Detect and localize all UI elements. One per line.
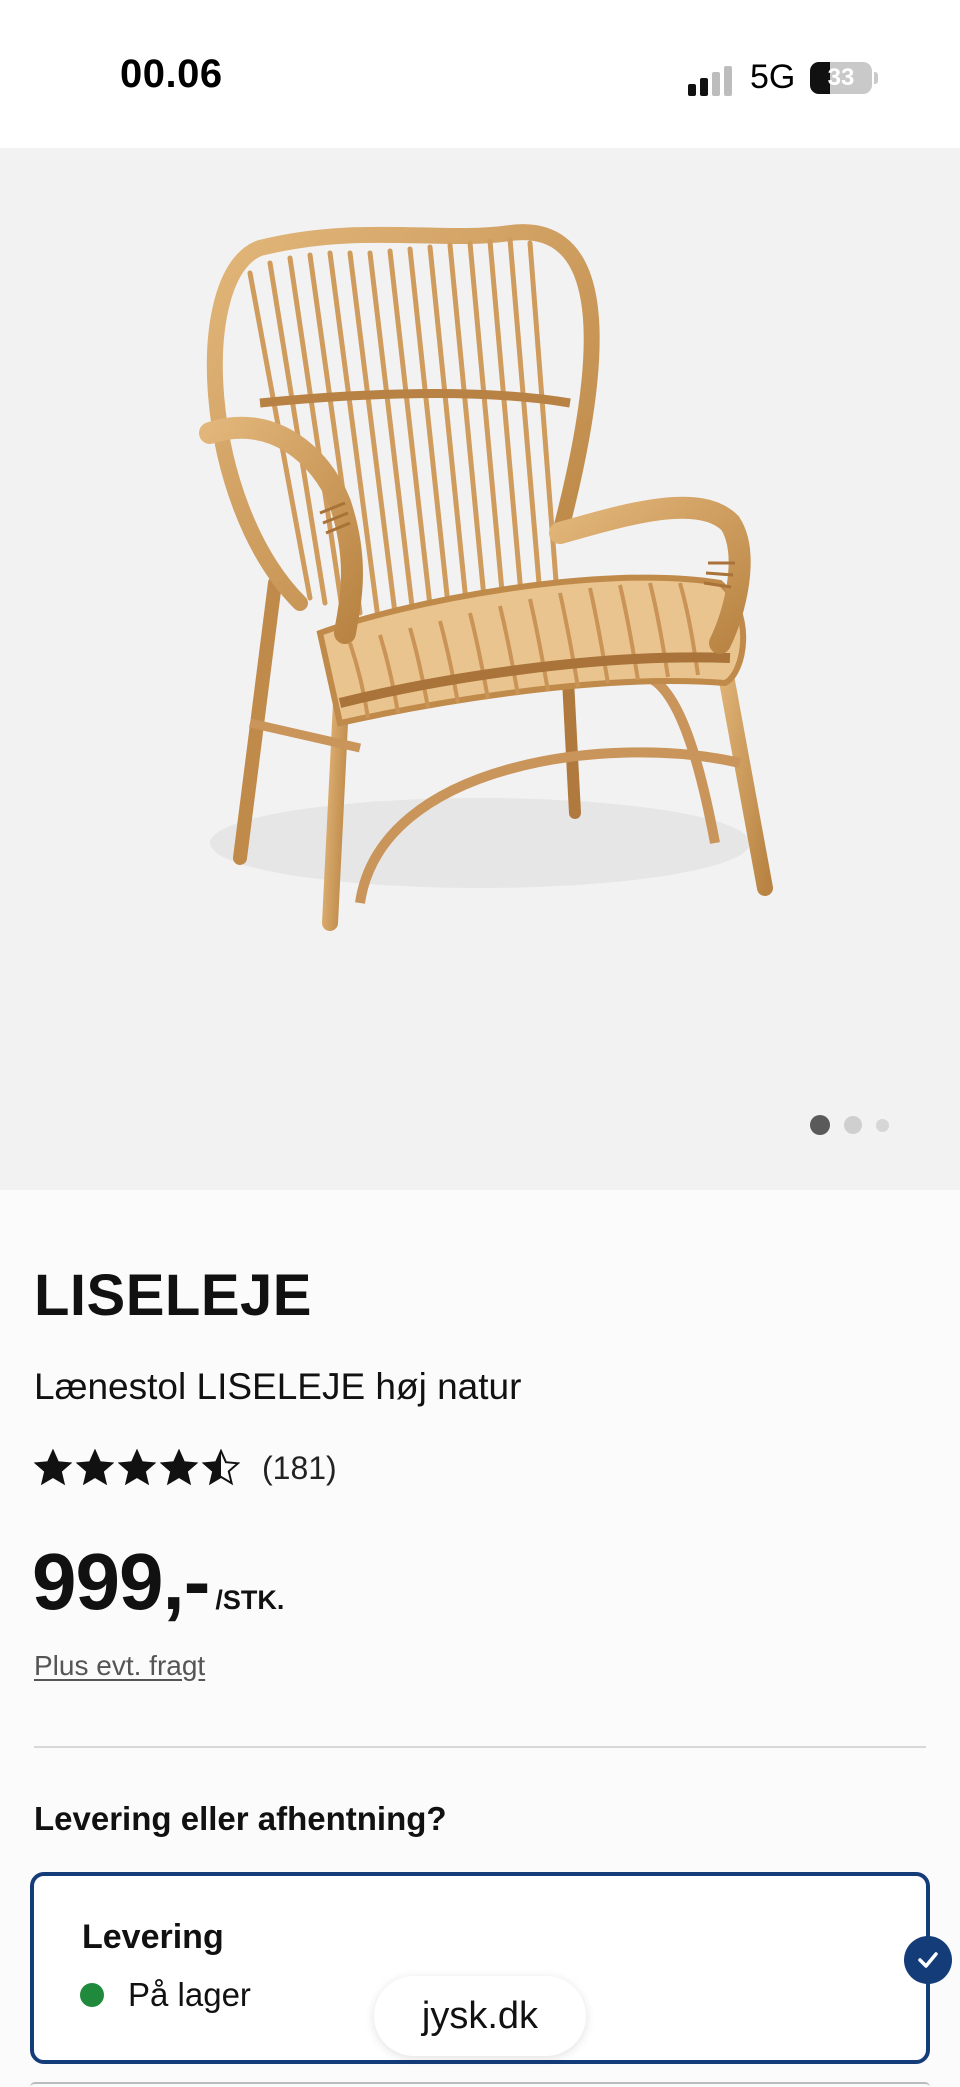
gallery-dot[interactable] [876,1118,889,1132]
price-unit: /STK. [215,1585,285,1615]
in-stock-dot-icon [80,1983,104,2007]
gallery-dot[interactable] [810,1115,830,1135]
gallery-dot[interactable] [844,1116,862,1134]
status-bar: 00.06 5G 33 [0,0,960,148]
product-image-gallery[interactable] [0,148,960,1190]
delivery-heading: Levering eller afhentning? [34,1800,447,1837]
browser-url-bar[interactable]: jysk.dk [374,1976,586,2056]
stock-status-label: På lager [128,1976,251,2013]
product-subtitle: Lænestol LISELEJE høj natur [34,1366,522,1407]
star-half-icon [202,1449,240,1486]
gallery-pagination[interactable] [810,1114,889,1136]
battery-level: 33 [827,64,855,91]
next-card-edge [30,2082,930,2087]
product-title: LISELEJE [34,1263,312,1328]
cellular-signal-icon [688,66,736,96]
star-full-icon [160,1449,198,1486]
shipping-info-link[interactable]: Plus evt. fragt [34,1650,205,1682]
star-full-icon [34,1449,72,1486]
checkmark-icon [904,1936,952,1984]
product-rating[interactable]: (181) [34,1445,337,1491]
star-full-icon [118,1449,156,1486]
rattan-armchair-image [199,224,773,931]
network-type: 5G [750,58,796,96]
delivery-option-title: Levering [82,1918,224,1956]
review-count[interactable]: (181) [262,1450,337,1487]
rating-stars [34,1449,240,1487]
price-row: 999,- /STK. [32,1536,284,1628]
stock-status: På lager [80,1976,251,2014]
section-divider [34,1746,926,1748]
battery-icon: 33 [810,62,872,94]
star-full-icon [76,1449,114,1486]
status-time: 00.06 [120,52,223,96]
battery-tip [874,72,878,84]
product-price: 999,- [32,1537,210,1626]
